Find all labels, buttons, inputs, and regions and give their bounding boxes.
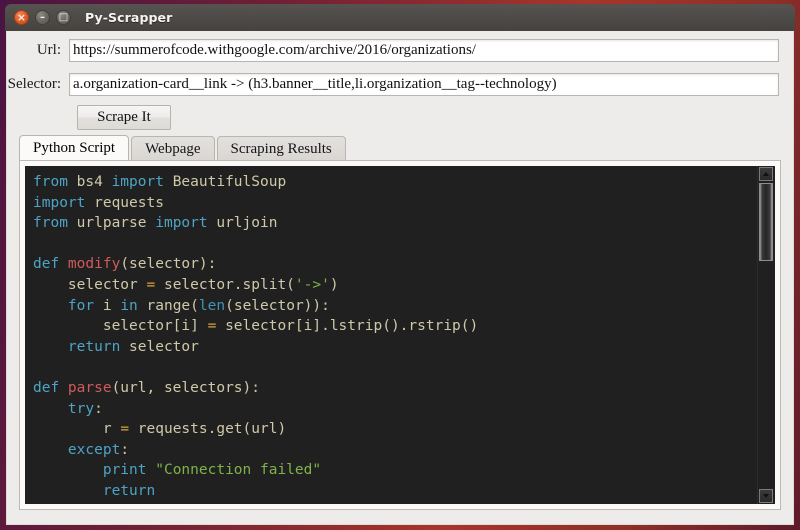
tab-bar: Python Script Webpage Scraping Results xyxy=(19,135,781,161)
code-line: for i in range(len(selector)): xyxy=(33,296,757,317)
scrape-it-button[interactable]: Scrape It xyxy=(77,105,171,130)
code-text[interactable]: from bs4 import BeautifulSoup import requ… xyxy=(25,166,757,504)
code-token: return xyxy=(67,338,130,355)
code-token: parse xyxy=(67,379,112,396)
code-token: "html.parser" xyxy=(339,504,453,505)
code-token: r xyxy=(33,421,121,438)
titlebar[interactable]: Py-Scrapper xyxy=(5,4,795,31)
url-input[interactable]: https://summerofcode.withgoogle.com/arch… xyxy=(69,38,779,62)
code-line: from bs4 import BeautifulSoup xyxy=(33,172,757,193)
code-token: : xyxy=(120,441,130,458)
scroll-down-arrow-icon[interactable] xyxy=(759,489,773,503)
code-token: except xyxy=(67,441,121,458)
code-token: import xyxy=(111,174,173,190)
code-token: selector[i].lstrip().rstrip() xyxy=(216,318,479,335)
code-line: try: xyxy=(33,399,757,420)
client-area: Url: https://summerofcode.withgoogle.com… xyxy=(6,31,794,525)
code-token: def xyxy=(33,379,68,396)
code-token: requests xyxy=(94,194,164,211)
code-token: urljoin xyxy=(216,215,278,232)
code-token: selector[i] xyxy=(33,318,208,335)
code-token: ) xyxy=(452,504,461,505)
code-token: (selector): xyxy=(120,256,217,273)
code-token: print xyxy=(102,462,156,479)
code-token: (selector)): xyxy=(225,297,330,314)
code-token: BeautifulSoup(r.content, xyxy=(120,504,339,505)
window-title: Py-Scrapper xyxy=(85,10,173,25)
code-line: import requests xyxy=(33,193,757,214)
scroll-thumb[interactable] xyxy=(759,183,773,261)
tab-panel: from bs4 import BeautifulSoup import requ… xyxy=(19,160,781,510)
code-token: len xyxy=(198,297,226,314)
scroll-up-arrow-icon[interactable] xyxy=(759,167,773,181)
code-line: selector[i] = selector[i].lstrip().rstri… xyxy=(33,316,757,337)
code-token: urlparse xyxy=(76,215,156,232)
tab-webpage[interactable]: Webpage xyxy=(131,136,215,161)
code-token: from xyxy=(33,174,77,190)
code-line: print "Connection failed" xyxy=(33,460,757,481)
minimize-icon[interactable] xyxy=(35,10,50,25)
code-line: r = requests.get(url) xyxy=(33,419,757,440)
selector-label: Selector: xyxy=(7,75,61,92)
code-token: try xyxy=(67,400,95,417)
code-line: selector = selector.split('->') xyxy=(33,275,757,296)
code-line: page = BeautifulSoup(r.content,"html.par… xyxy=(33,502,757,505)
code-token: : xyxy=(94,400,103,417)
url-row: Url: https://summerofcode.withgoogle.com… xyxy=(7,37,789,63)
code-line: return xyxy=(33,481,757,502)
code-line: def parse(url, selectors): xyxy=(33,378,757,399)
tab-scraping-results[interactable]: Scraping Results xyxy=(216,136,346,161)
code-token: requests.get(url) xyxy=(129,421,287,438)
code-token: = xyxy=(146,276,156,293)
code-token: bs4 xyxy=(76,174,112,190)
selector-row: Selector: a.organization-card__link -> (… xyxy=(7,71,789,97)
code-line: except: xyxy=(33,440,757,461)
maximize-icon[interactable] xyxy=(56,10,71,25)
code-token: selector.split( xyxy=(155,276,295,293)
code-token: (url, selectors): xyxy=(111,379,260,396)
code-line: return selector xyxy=(33,337,757,358)
close-icon[interactable] xyxy=(14,10,29,25)
tab-python-script[interactable]: Python Script xyxy=(19,135,130,161)
code-token: selector xyxy=(33,276,147,293)
selector-input[interactable]: a.organization-card__link -> (h3.banner_… xyxy=(69,72,779,96)
code-token: ) xyxy=(329,276,339,293)
code-token: = xyxy=(112,504,121,505)
code-token: from xyxy=(33,215,77,232)
code-token: import xyxy=(155,215,217,232)
code-line: def modify(selector): xyxy=(33,254,757,275)
url-label: Url: xyxy=(36,41,61,58)
code-token: '->' xyxy=(294,276,330,293)
code-token: for xyxy=(67,297,103,314)
code-vertical-scrollbar[interactable] xyxy=(757,166,775,504)
code-token: selector xyxy=(129,338,199,355)
code-token: import xyxy=(33,194,95,211)
code-token: page xyxy=(33,504,112,505)
code-token: in xyxy=(120,297,147,314)
code-token: return xyxy=(102,482,156,499)
code-token: "Connection failed" xyxy=(155,462,322,479)
code-token: = xyxy=(120,421,130,438)
code-token: def xyxy=(33,256,68,273)
code-editor[interactable]: from bs4 import BeautifulSoup import requ… xyxy=(25,166,775,504)
code-token: i xyxy=(102,297,121,314)
code-token: BeautifulSoup xyxy=(172,174,287,190)
code-token: modify xyxy=(67,256,121,273)
code-token: range( xyxy=(146,297,199,314)
window-frame: Py-Scrapper Url: https://summerofcode.wi… xyxy=(0,0,800,530)
code-line: from urlparse import urljoin xyxy=(33,213,757,234)
